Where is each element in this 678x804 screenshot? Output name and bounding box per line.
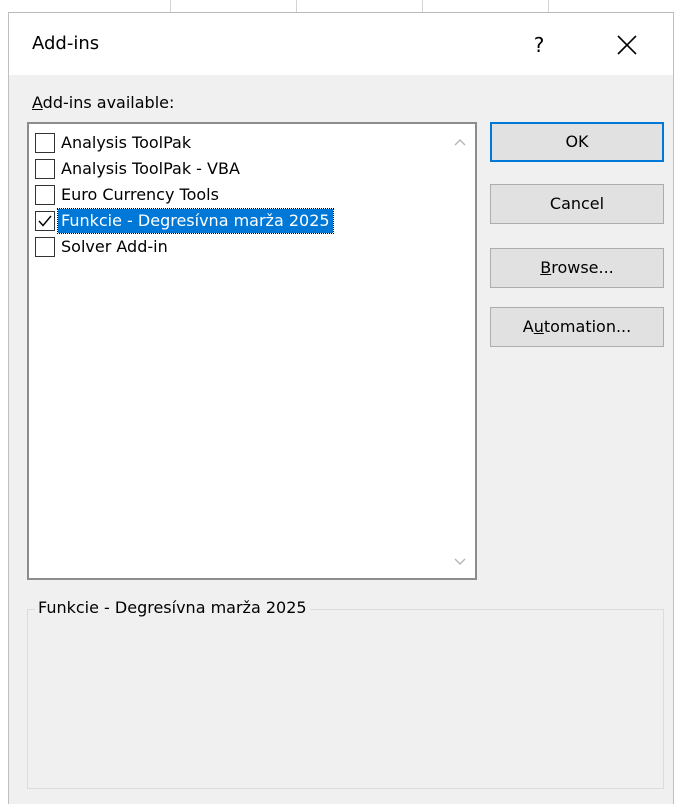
checkbox[interactable] xyxy=(35,159,55,179)
cancel-button[interactable]: Cancel xyxy=(490,184,664,224)
dialog-titlebar[interactable]: Add-ins ? xyxy=(9,13,673,75)
automation-button[interactable]: Automation... xyxy=(490,307,664,347)
add-ins-available-mnemonic: A xyxy=(32,93,43,112)
browse-mnemonic: B xyxy=(540,258,552,277)
checkbox[interactable] xyxy=(35,133,55,153)
add-ins-listbox[interactable]: Analysis ToolPak Analysis ToolPak - VBA … xyxy=(27,122,477,580)
list-item-solver-add-in[interactable]: Solver Add-in xyxy=(35,234,171,260)
scroll-down-button[interactable] xyxy=(449,552,471,572)
add-ins-available-label: Add-ins available: xyxy=(32,93,174,112)
description-frame xyxy=(27,609,664,789)
list-item-label-selected: Funkcie - Degresívna marža 2025 xyxy=(57,208,334,234)
dialog-title: Add-ins xyxy=(32,33,100,54)
help-button[interactable]: ? xyxy=(521,29,557,61)
list-item-funkcie-degresivna-marza[interactable]: Funkcie - Degresívna marža 2025 xyxy=(35,208,334,234)
ok-button[interactable]: OK xyxy=(490,122,664,162)
list-item-analysis-toolpak-vba[interactable]: Analysis ToolPak - VBA xyxy=(35,156,243,182)
checkmark-icon xyxy=(38,215,52,227)
list-item-euro-currency-tools[interactable]: Euro Currency Tools xyxy=(35,182,222,208)
list-item-label: Solver Add-in xyxy=(61,237,168,256)
scroll-up-button[interactable] xyxy=(449,132,471,152)
description-title: Funkcie - Degresívna marža 2025 xyxy=(35,597,310,619)
chevron-down-icon xyxy=(454,558,466,565)
checkbox[interactable] xyxy=(35,185,55,205)
checkbox[interactable] xyxy=(35,237,55,257)
spreadsheet-edge-left xyxy=(0,12,9,804)
automation-mnemonic: u xyxy=(533,317,544,336)
automation-label-start: A xyxy=(522,317,534,336)
list-item-label: Analysis ToolPak xyxy=(61,133,192,152)
close-icon xyxy=(617,35,637,55)
add-ins-dialog: Add-ins ? Add-ins available: Analysis To… xyxy=(9,12,673,804)
list-item-analysis-toolpak[interactable]: Analysis ToolPak xyxy=(35,130,194,156)
browse-label: rowse... xyxy=(551,258,614,277)
add-ins-available-text: dd-ins available: xyxy=(42,93,175,112)
list-item-label: Analysis ToolPak - VBA xyxy=(61,159,240,178)
automation-label-rest: tomation... xyxy=(543,317,632,336)
spreadsheet-edge-right xyxy=(673,12,678,804)
chevron-up-icon xyxy=(454,139,466,146)
screen: Add-ins ? Add-ins available: Analysis To… xyxy=(0,0,678,804)
close-button[interactable] xyxy=(607,29,647,61)
checkbox-checked[interactable] xyxy=(35,211,55,231)
browse-button[interactable]: Browse... xyxy=(490,248,664,288)
list-item-label: Euro Currency Tools xyxy=(61,185,219,204)
description-group: Funkcie - Degresívna marža 2025 xyxy=(27,597,664,789)
